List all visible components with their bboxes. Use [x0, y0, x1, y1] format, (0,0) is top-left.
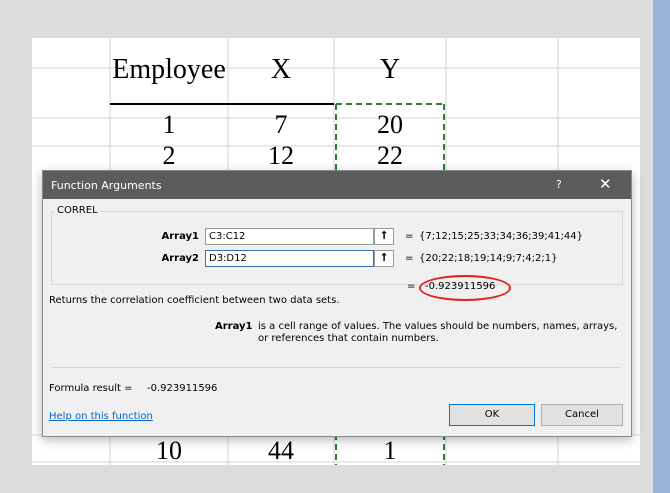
array2-input[interactable]: D3:D12	[205, 250, 374, 267]
array1-input[interactable]: C3:C12	[205, 228, 374, 245]
arg-help-text-line2: or references that contain numbers.	[258, 333, 439, 344]
formula-result-value: -0.923911596	[147, 383, 218, 394]
cell-employee-2[interactable]: 2	[110, 141, 228, 171]
help-on-function-link[interactable]: Help on this function	[49, 411, 153, 422]
collapse-dialog-icon[interactable]: ⭡	[374, 250, 394, 267]
cell-x-2[interactable]: 12	[228, 141, 334, 171]
header-x: X	[270, 54, 292, 85]
help-icon[interactable]: ?	[556, 178, 562, 191]
cell-employee-10[interactable]: 10	[110, 436, 228, 465]
array2-label: Array2	[161, 253, 199, 264]
divider	[51, 367, 621, 368]
cell-y-1[interactable]: 20	[334, 110, 446, 140]
dialog-title: Function Arguments	[51, 179, 162, 192]
function-description: Returns the correlation coefficient betw…	[49, 295, 340, 306]
array1-result: {7;12;15;25;33;34;36;39;41;44}	[419, 231, 583, 242]
arg-help-text-line1: is a cell range of values. The values sh…	[258, 321, 618, 332]
header-y: Y	[379, 54, 401, 85]
close-icon[interactable]: ✕	[599, 175, 612, 193]
window-edge-strip	[653, 0, 670, 493]
cell-y-10[interactable]: 1	[334, 436, 446, 465]
cell-x-1[interactable]: 7	[228, 110, 334, 140]
cell-employee-1[interactable]: 1	[110, 110, 228, 140]
cell-x-10[interactable]: 44	[228, 436, 334, 465]
array1-label: Array1	[161, 231, 199, 242]
arg-help-name: Array1	[215, 321, 253, 332]
ok-button[interactable]: OK	[449, 404, 535, 426]
array2-equals: =	[405, 253, 414, 264]
header-employee: Employee	[112, 54, 226, 85]
result-equals: =	[407, 281, 416, 292]
dialog-titlebar[interactable]: Function Arguments ? ✕	[43, 171, 631, 199]
function-arguments-dialog: Function Arguments ? ✕ CORREL Array1 C3:…	[42, 170, 632, 437]
collapse-dialog-icon[interactable]: ⭡	[374, 228, 394, 245]
array1-equals: =	[405, 231, 414, 242]
function-group-box	[51, 211, 623, 285]
array2-result: {20;22;18;19;14;9;7;4;2;1}	[419, 253, 558, 264]
function-name-label: CORREL	[55, 205, 100, 216]
cancel-button[interactable]: Cancel	[541, 404, 623, 426]
result-highlight-oval	[419, 275, 511, 301]
cell-y-2[interactable]: 22	[334, 141, 446, 171]
formula-result-label: Formula result =	[49, 383, 133, 394]
